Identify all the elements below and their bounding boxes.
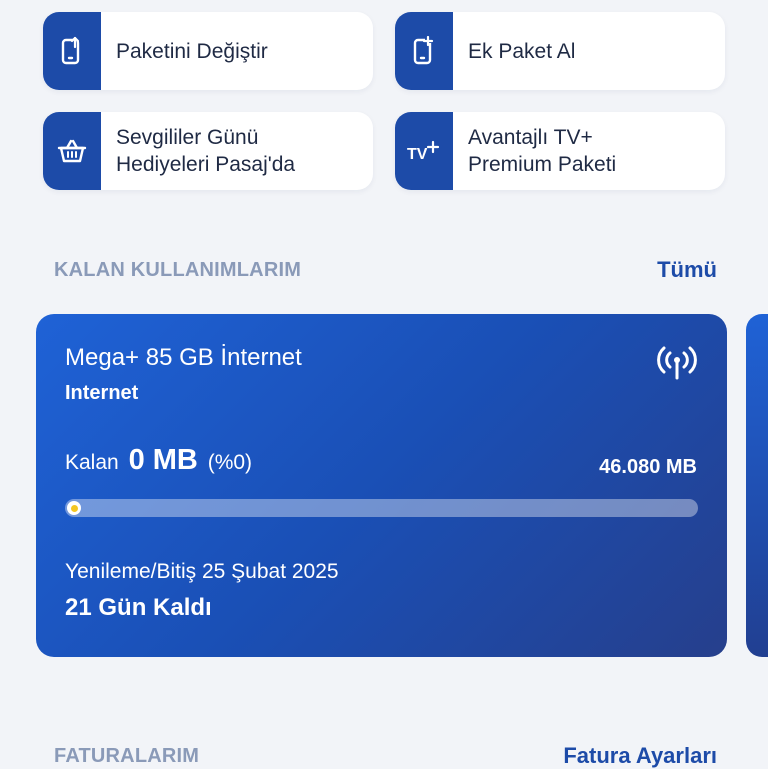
usage-type: Internet [65, 382, 139, 404]
remaining-percent: (%0) [207, 451, 253, 474]
usage-section-title: KALAN KULLANIMLARIM [54, 259, 302, 281]
total-amount: 46.080 MB [599, 456, 697, 478]
quick-action-change-package[interactable]: Paketini Değiştir [43, 12, 373, 90]
bill-settings-link[interactable]: Fatura Ayarları [563, 743, 717, 769]
internet-usage-card[interactable]: Mega+ 85 GB İnternet Internet Kalan 0 MB… [36, 314, 727, 657]
bills-section-title: FATURALARIM [54, 745, 200, 767]
quick-action-label: Sevgililer Günü Hediyeleri Pasaj'da [116, 126, 296, 176]
quick-action-label: Paketini Değiştir [116, 39, 268, 63]
see-all-link[interactable]: Tümü [657, 257, 717, 283]
phone-upload-icon [43, 12, 101, 90]
remaining-amount: Kalan 0 MB (%0) [65, 444, 252, 477]
quick-action-buy-extra-package[interactable]: Ek Paket Al [395, 12, 725, 90]
tv-plus-icon: TV [395, 112, 453, 190]
renewal-date: Yenileme/Bitiş 25 Şubat 2025 [65, 560, 339, 583]
days-left: 21 Gün Kaldı [65, 594, 212, 621]
remaining-value: 0 MB [128, 444, 198, 476]
remaining-prefix: Kalan [65, 451, 119, 474]
next-usage-card-peek[interactable] [746, 314, 768, 657]
usage-progress-bar [65, 499, 698, 517]
quick-action-valentines-gifts[interactable]: Sevgililer Günü Hediyeleri Pasaj'da [43, 112, 373, 190]
signal-antenna-icon [657, 344, 697, 384]
phone-add-icon [395, 12, 453, 90]
basket-icon [43, 112, 101, 190]
package-name: Mega+ 85 GB İnternet [65, 344, 302, 371]
quick-action-tv-plus-premium[interactable]: TV Avantajlı TV+ Premium Paketi [395, 112, 725, 190]
svg-text:TV: TV [407, 146, 428, 163]
quick-action-label: Ek Paket Al [468, 39, 576, 63]
progress-indicator-dot [67, 501, 81, 515]
quick-action-label: Avantajlı TV+ Premium Paketi [468, 126, 617, 176]
